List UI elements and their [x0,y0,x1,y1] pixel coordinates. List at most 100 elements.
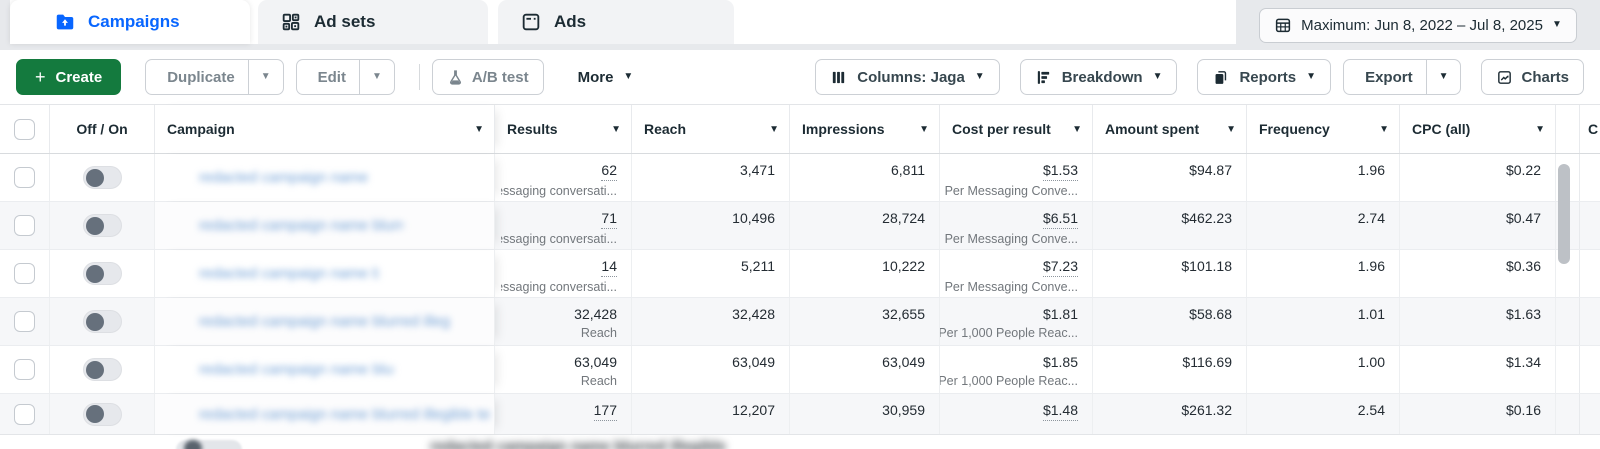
impressions-value: 10,222 [882,258,925,274]
campaign-toggle[interactable] [82,166,122,189]
results-cell: 32,428 Reach [495,298,632,345]
toggle-knob [85,168,104,187]
create-button[interactable]: + Create [16,59,122,95]
export-dropdown-button[interactable]: ▼ [1425,60,1461,94]
cost-per-result-value[interactable]: $1.81 [1043,306,1078,323]
cost-per-result-value[interactable]: $7.23 [1042,258,1078,277]
header-amount-spent[interactable]: Amount spent ▼ [1093,105,1247,153]
sort-caret-icon[interactable]: ▼ [474,124,484,135]
results-value[interactable]: 71 [601,210,617,229]
campaign-name-cell[interactable]: redacted campaign name blurred illegible… [155,346,495,393]
impressions-value: 30,959 [882,402,925,418]
ab-test-button[interactable]: A/B test [431,59,544,95]
results-note: Messaging conversati... [501,184,617,198]
amount-spent-cell: $58.68 [1093,298,1247,345]
header-campaign[interactable]: Campaign ▼ [155,105,495,153]
duplicate-dropdown-button[interactable]: ▼ [247,60,283,94]
sort-caret-icon[interactable]: ▼ [769,124,779,135]
row-checkbox[interactable] [14,403,35,425]
table-row: redacted campaign name blurred illegible… [0,250,1600,298]
frequency-value: 2.74 [1357,210,1385,226]
more-button[interactable]: More ▼ [564,59,648,95]
create-button-label: Create [55,68,103,86]
columns-caret-icon: ▼ [974,71,985,82]
cost-per-result-value[interactable]: $1.53 [1042,162,1078,181]
campaign-toggle[interactable] [82,262,122,285]
cost-per-result-cell: $6.51 Per Messaging Conve... [940,202,1093,249]
campaign-name-blurred: redacted campaign name blurred illegible… [199,265,379,282]
header-cpc-all[interactable]: CPC (all) ▼ [1400,105,1556,153]
reach-cell: 5,211 [632,250,790,297]
sort-caret-icon[interactable]: ▼ [919,124,929,135]
header-impressions[interactable]: Impressions ▼ [790,105,940,153]
row-select-cell [0,298,50,345]
sort-caret-icon[interactable]: ▼ [1072,124,1082,135]
tab-ad-sets[interactable]: Ad sets [258,0,488,44]
impressions-cell: 10,222 [790,250,940,297]
cost-per-result-cell: $1.85 Per 1,000 People Reac... [940,346,1093,393]
results-value[interactable]: 62 [601,162,617,181]
date-range-button[interactable]: Maximum: Jun 8, 2022 – Jul 8, 2025 ▼ [1259,7,1577,43]
campaign-toggle[interactable] [82,402,122,426]
cost-per-result-value[interactable]: $1.48 [1042,402,1078,421]
frequency-cell: 1.00 [1247,346,1400,393]
results-value[interactable]: 177 [593,402,617,421]
campaign-name-blurred: redacted campaign name blurred illegible… [199,405,491,423]
row-checkbox[interactable] [14,311,35,332]
columns-button[interactable]: Columns: Jaga ▼ [815,59,1000,95]
campaign-name-cell[interactable]: redacted campaign name blurred illegible… [155,394,495,434]
results-note: Reach [580,374,617,388]
cpc-cell: $0.36 [1400,250,1556,297]
sort-caret-icon[interactable]: ▼ [1226,124,1236,135]
header-reach[interactable]: Reach ▼ [632,105,790,153]
sort-caret-icon[interactable]: ▼ [1379,124,1389,135]
cpc-value: $0.36 [1505,258,1541,274]
results-value[interactable]: 32,428 [574,306,617,323]
results-cell: 177 [495,394,632,434]
vertical-scrollbar-thumb[interactable] [1558,164,1570,264]
charts-button[interactable]: Charts [1481,59,1584,95]
amount-spent-cell: $94.87 [1093,154,1247,201]
table-body: redacted campaign name blurred illegible… [0,154,1600,435]
toggle-knob [85,264,104,283]
campaign-name-cell[interactable]: redacted campaign name blurred illegible… [155,250,495,297]
frequency-cell: 2.54 [1247,394,1400,434]
campaign-toggle[interactable] [82,214,122,237]
row-checkbox[interactable] [14,263,35,284]
impressions-value: 28,724 [882,210,925,226]
tab-campaigns[interactable]: Campaigns [10,0,250,44]
campaign-name-cell[interactable]: redacted campaign name blurred illegible… [155,298,495,345]
export-button[interactable]: Export [1344,60,1426,94]
cost-per-result-value[interactable]: $1.85 [1043,354,1078,371]
tab-ads[interactable]: Ads [498,0,734,44]
duplicate-button[interactable]: Duplicate [146,60,248,94]
sort-caret-icon[interactable]: ▼ [611,124,621,135]
reports-button[interactable]: Reports ▼ [1197,59,1332,95]
row-checkbox[interactable] [14,215,35,236]
select-all-checkbox[interactable] [14,118,35,140]
campaign-name-cell[interactable]: redacted campaign name blurred illegible… [155,202,495,249]
row-checkbox[interactable] [14,359,35,380]
campaign-toggle[interactable] [82,358,122,381]
reach-cell: 63,049 [632,346,790,393]
campaign-name-cell[interactable]: redacted campaign name blurred illegible… [155,154,495,201]
sort-caret-icon[interactable]: ▼ [1535,124,1545,135]
reach-cell: 3,471 [632,154,790,201]
results-value[interactable]: 14 [601,258,617,277]
impressions-cell: 28,724 [790,202,940,249]
header-frequency[interactable]: Frequency ▼ [1247,105,1400,153]
toggle-knob [85,216,104,235]
results-value[interactable]: 63,049 [574,354,617,371]
breakdown-button[interactable]: Breakdown ▼ [1019,59,1178,95]
partial-next-column-cell [1580,346,1600,393]
header-cost-per-result[interactable]: Cost per result ▼ [940,105,1093,153]
header-results[interactable]: Results ▼ [495,105,632,153]
cpc-value: $0.22 [1505,162,1541,178]
cost-per-result-value[interactable]: $6.51 [1042,210,1078,229]
edit-button[interactable]: Edit [297,60,359,94]
row-checkbox[interactable] [14,167,35,188]
duplicate-caret-icon: ▼ [260,71,271,82]
campaign-toggle[interactable] [82,310,122,333]
row-toggle-cell [50,202,155,249]
edit-dropdown-button[interactable]: ▼ [358,60,394,94]
